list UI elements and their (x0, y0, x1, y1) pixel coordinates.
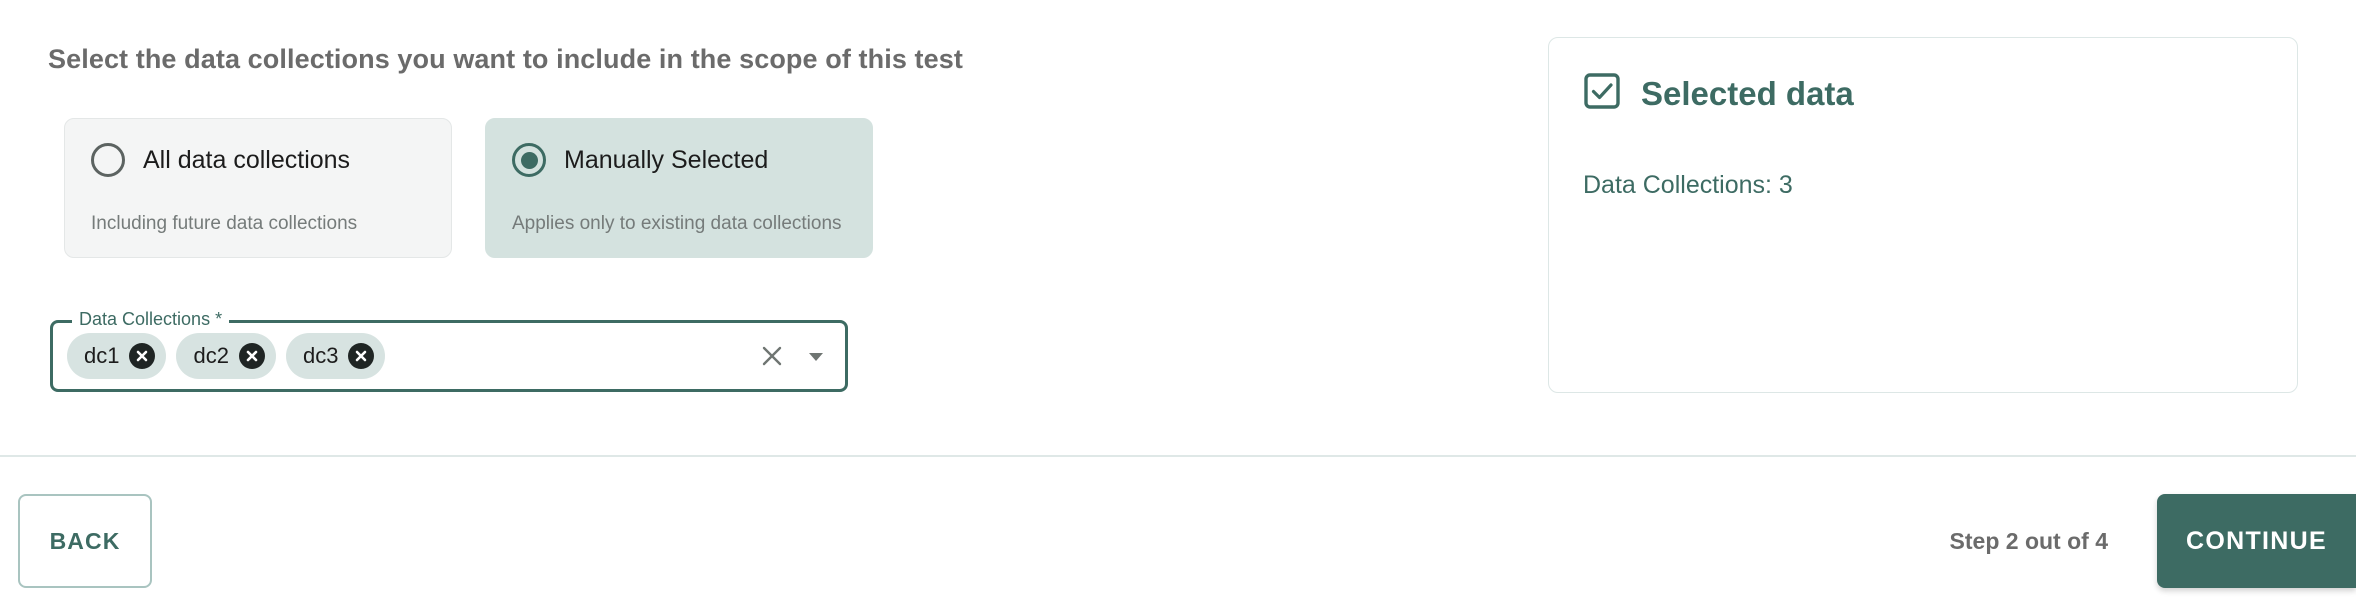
circle-x-icon[interactable] (238, 343, 265, 369)
scope-option-row: Manually Selected (512, 143, 846, 177)
circle-x-icon[interactable] (129, 343, 156, 369)
scope-option-title: Manually Selected (564, 145, 769, 174)
scope-option-all-data-collections[interactable]: All data collections Including future da… (64, 118, 452, 258)
radio-selected-icon[interactable] (512, 143, 546, 177)
scope-option-row: All data collections (91, 143, 425, 177)
radio-unselected-icon[interactable] (91, 143, 125, 177)
chevron-down-icon[interactable] (804, 344, 828, 368)
chip-label: dc1 (84, 343, 120, 368)
close-x-icon[interactable] (758, 342, 786, 370)
footer-divider (0, 455, 2356, 457)
chip-label: dc3 (302, 343, 339, 368)
circle-x-icon[interactable] (348, 343, 375, 369)
scope-option-subtitle: Including future data collections (91, 213, 358, 234)
selected-data-header: Selected data (1583, 72, 1854, 115)
selected-data-title: Selected data (1641, 74, 1854, 112)
back-button[interactable]: BACK (18, 494, 152, 588)
step-indicator: Step 2 out of 4 (1949, 528, 2108, 554)
data-collection-scope-step: Select the data collections you want to … (0, 0, 2356, 604)
selected-data-detail: Data Collections: 3 (1583, 171, 1793, 199)
chip-dc1[interactable]: dc1 (67, 333, 167, 379)
checkbox-checked-icon (1583, 72, 1621, 115)
continue-button[interactable]: CONTINUE (2157, 494, 2356, 588)
data-collections-select[interactable]: Data Collections * dc1 dc2 dc3 (50, 310, 848, 392)
scope-option-group: All data collections Including future da… (64, 118, 873, 258)
selected-data-card: Selected data Data Collections: 3 (1548, 37, 2298, 393)
chip-dc3[interactable]: dc3 (285, 333, 386, 379)
select-actions (758, 320, 828, 392)
page-title: Select the data collections you want to … (48, 44, 963, 74)
chip-label: dc2 (193, 343, 229, 368)
scope-option-manually-selected[interactable]: Manually Selected Applies only to existi… (485, 118, 873, 258)
chip-dc2[interactable]: dc2 (176, 333, 276, 379)
scope-option-subtitle: Applies only to existing data collection… (512, 213, 842, 234)
radio-dot (520, 151, 538, 169)
scope-option-title: All data collections (143, 145, 351, 174)
select-label: Data Collections * (72, 310, 230, 328)
selected-chips: dc1 dc2 dc3 (67, 333, 386, 379)
